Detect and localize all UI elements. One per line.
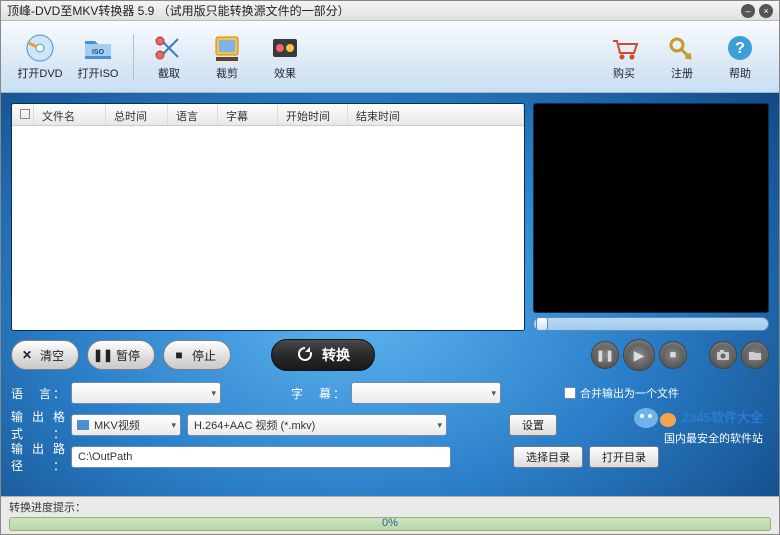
language-label: 语 言： bbox=[11, 385, 65, 402]
open-iso-button[interactable]: ISO 打开ISO bbox=[69, 27, 127, 87]
crop-button[interactable]: 裁剪 bbox=[198, 27, 256, 87]
help-icon: ? bbox=[723, 33, 757, 63]
dvd-disc-icon bbox=[23, 33, 57, 63]
window-controls: – × bbox=[741, 4, 773, 18]
film-effect-icon bbox=[268, 33, 302, 63]
video-preview[interactable] bbox=[533, 103, 769, 313]
close-button[interactable]: × bbox=[759, 4, 773, 18]
media-pause-button[interactable]: ❚❚ bbox=[591, 341, 619, 369]
format-icon bbox=[76, 418, 90, 435]
subtitle-label: 字 幕： bbox=[291, 385, 345, 402]
col-start[interactable]: 开始时间 bbox=[278, 104, 348, 125]
pause-icon: ❚❚ bbox=[96, 348, 110, 362]
col-subtitle[interactable]: 字幕 bbox=[218, 104, 278, 125]
preview-panel bbox=[533, 103, 769, 331]
cart-icon bbox=[607, 33, 641, 63]
file-list-header: 文件名 总时间 语言 字幕 开始时间 结束时间 bbox=[12, 104, 524, 126]
buy-label: 购买 bbox=[613, 65, 635, 81]
trim-button[interactable]: 截取 bbox=[140, 27, 198, 87]
help-label: 帮助 bbox=[729, 65, 751, 81]
toolbar-separator bbox=[133, 34, 134, 80]
crop-label: 裁剪 bbox=[216, 65, 238, 81]
language-select[interactable] bbox=[71, 382, 221, 404]
refresh-icon bbox=[296, 345, 314, 366]
snapshot-button[interactable] bbox=[709, 341, 737, 369]
stop-icon: ■ bbox=[172, 348, 186, 362]
subtitle-select[interactable] bbox=[351, 382, 501, 404]
progress-footer: 转换进度提示： 0% bbox=[1, 496, 779, 534]
path-value: C:\OutPath bbox=[78, 451, 132, 463]
key-icon bbox=[665, 33, 699, 63]
progress-bar: 0% bbox=[9, 517, 771, 531]
clear-button[interactable]: ✕ 清空 bbox=[11, 340, 79, 370]
folder-icon bbox=[748, 349, 762, 361]
col-language[interactable]: 语言 bbox=[168, 104, 218, 125]
col-duration[interactable]: 总时间 bbox=[106, 104, 168, 125]
register-button[interactable]: 注册 bbox=[653, 27, 711, 87]
clear-label: 清空 bbox=[40, 347, 64, 364]
help-button[interactable]: ? 帮助 bbox=[711, 27, 769, 87]
settings-area: 语 言： 字 幕： 合并输出为一个文件 输出格式： MKV视频 bbox=[11, 381, 769, 469]
scissors-icon bbox=[152, 33, 186, 63]
effect-label: 效果 bbox=[274, 65, 296, 81]
minimize-button[interactable]: – bbox=[741, 4, 755, 18]
convert-label: 转换 bbox=[322, 345, 350, 365]
progress-label: 转换进度提示： bbox=[9, 502, 86, 514]
stop-button[interactable]: ■ 停止 bbox=[163, 340, 231, 370]
pause-label: 暂停 bbox=[116, 347, 140, 364]
path-label: 输出路径： bbox=[11, 440, 65, 474]
col-end[interactable]: 结束时间 bbox=[348, 104, 524, 125]
seek-thumb[interactable] bbox=[536, 317, 548, 331]
crop-frame-icon bbox=[210, 33, 244, 63]
effect-button[interactable]: 效果 bbox=[256, 27, 314, 87]
svg-text:ISO: ISO bbox=[92, 49, 105, 56]
media-play-button[interactable]: ▶ bbox=[623, 339, 655, 371]
file-list-body[interactable] bbox=[12, 126, 524, 330]
col-filename[interactable]: 文件名 bbox=[34, 104, 106, 125]
merge-label: 合并输出为一个文件 bbox=[580, 385, 679, 401]
open-dvd-label: 打开DVD bbox=[17, 65, 62, 81]
codec-value: H.264+AAC 视频 (*.mkv) bbox=[194, 417, 315, 433]
action-bar: ✕ 清空 ❚❚ 暂停 ■ 停止 转换 ❚❚ ▶ ■ bbox=[11, 339, 769, 371]
folder-iso-icon: ISO bbox=[81, 33, 115, 63]
format-select[interactable]: MKV视频 bbox=[71, 414, 181, 436]
checkbox-icon bbox=[564, 387, 576, 399]
format-value: MKV视频 bbox=[94, 417, 140, 433]
settings-button[interactable]: 设置 bbox=[509, 414, 557, 436]
open-iso-label: 打开ISO bbox=[78, 65, 119, 81]
clear-x-icon: ✕ bbox=[20, 348, 34, 362]
camera-icon bbox=[716, 349, 730, 361]
main-area: www.DuoTe.com 文件名 总时间 语言 字幕 开始时间 结束时间 bbox=[1, 93, 779, 496]
codec-select[interactable]: H.264+AAC 视频 (*.mkv) bbox=[187, 414, 447, 436]
title-bar: 顶峰-DVD至MKV转换器 5.9 （试用版只能转换源文件的一部分） – × bbox=[1, 1, 779, 21]
open-dir-button[interactable]: 打开目录 bbox=[589, 446, 659, 468]
output-path-input[interactable]: C:\OutPath bbox=[71, 446, 451, 468]
format-label: 输出格式： bbox=[11, 408, 65, 442]
col-checkbox[interactable] bbox=[12, 104, 34, 125]
merge-checkbox[interactable]: 合并输出为一个文件 bbox=[564, 385, 679, 401]
trim-label: 截取 bbox=[158, 65, 180, 81]
open-dvd-button[interactable]: 打开DVD bbox=[11, 27, 69, 87]
media-controls: ❚❚ ▶ ■ bbox=[591, 339, 769, 371]
pause-button[interactable]: ❚❚ 暂停 bbox=[87, 340, 155, 370]
seek-slider[interactable] bbox=[533, 317, 769, 331]
svg-text:?: ? bbox=[735, 40, 745, 57]
app-window: 顶峰-DVD至MKV转换器 5.9 （试用版只能转换源文件的一部分） – × 打… bbox=[0, 0, 780, 535]
window-title: 顶峰-DVD至MKV转换器 5.9 （试用版只能转换源文件的一部分） bbox=[7, 2, 741, 19]
register-label: 注册 bbox=[671, 65, 693, 81]
media-stop-button[interactable]: ■ bbox=[659, 341, 687, 369]
buy-button[interactable]: 购买 bbox=[595, 27, 653, 87]
main-toolbar: 打开DVD ISO 打开ISO 截取 裁剪 效果 bbox=[1, 21, 779, 93]
select-dir-button[interactable]: 选择目录 bbox=[513, 446, 583, 468]
progress-percent: 0% bbox=[10, 517, 770, 529]
file-list-panel: 文件名 总时间 语言 字幕 开始时间 结束时间 bbox=[11, 103, 525, 331]
convert-button[interactable]: 转换 bbox=[271, 339, 375, 371]
open-folder-button[interactable] bbox=[741, 341, 769, 369]
stop-label: 停止 bbox=[192, 347, 216, 364]
